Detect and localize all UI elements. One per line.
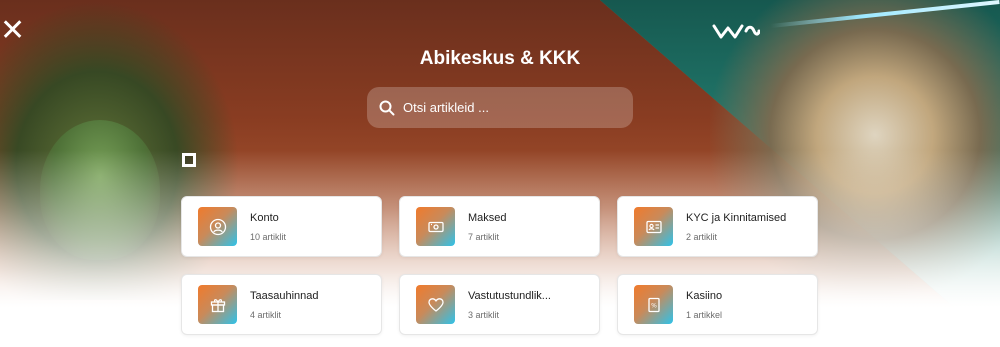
page-title: Abikeskus & KKK (419, 48, 581, 69)
close-icon[interactable]: ✕ (0, 16, 25, 46)
category-count: 10 artiklit (250, 231, 287, 242)
category-card-kyc[interactable]: KYC ja Kinnitamised 2 artiklit (617, 196, 818, 257)
category-card-taasauhinnad[interactable]: Taasauhinnad 4 artiklit (181, 274, 382, 335)
category-name: Konto (250, 211, 279, 224)
category-count: 3 artiklit (468, 309, 500, 320)
category-count: 4 artiklit (250, 309, 282, 320)
heart-icon (416, 285, 455, 324)
category-name: Taasauhinnad (250, 289, 319, 302)
casino-icon: % (634, 285, 673, 324)
category-count: 2 artiklit (686, 231, 718, 242)
category-count: 7 artiklit (468, 231, 500, 242)
id-card-icon (634, 207, 673, 246)
user-icon (198, 207, 237, 246)
category-card-konto[interactable]: Konto 10 artiklit (181, 196, 382, 257)
category-name: Vastutustundlik... (468, 289, 551, 302)
category-card-kasiino[interactable]: % Kasiino 1 artikkel (617, 274, 818, 335)
category-name: Maksed (468, 211, 507, 224)
category-count: 1 artikkel (686, 309, 723, 320)
decorative-square (182, 153, 196, 167)
search-bar[interactable] (367, 87, 633, 128)
brand-logo[interactable] (712, 22, 761, 40)
svg-text:%: % (651, 302, 657, 309)
search-input[interactable] (403, 100, 623, 115)
search-icon (379, 100, 395, 115)
category-name: Kasiino (686, 289, 723, 302)
payment-icon (416, 207, 455, 246)
category-card-maksed[interactable]: Maksed 7 artiklit (399, 196, 600, 257)
category-name: KYC ja Kinnitamised (686, 211, 787, 224)
gift-icon (198, 285, 237, 324)
category-card-vastutustundlik[interactable]: Vastutustundlik... 3 artiklit (399, 274, 600, 335)
